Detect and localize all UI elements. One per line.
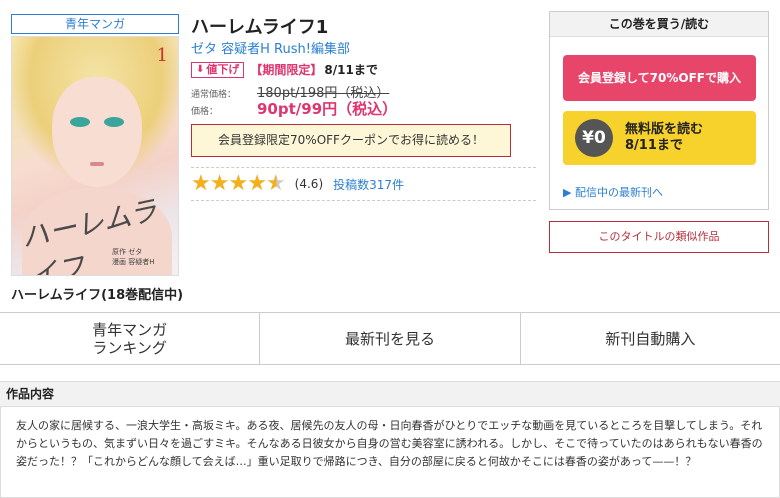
yen-zero-icon: ¥0 bbox=[575, 119, 613, 157]
member-discount-buy-button[interactable]: 会員登録して70%OFFで購入 bbox=[563, 55, 756, 101]
review-count-link[interactable]: 投稿数317件 bbox=[333, 176, 404, 193]
synopsis-header: 作品内容 bbox=[0, 381, 780, 407]
read-free-label: 無料版を読む bbox=[625, 122, 704, 137]
sale-price-label: 価格： bbox=[191, 107, 219, 117]
divider bbox=[191, 167, 536, 168]
read-free-button[interactable]: ¥0 無料版を読む 8/11まで bbox=[563, 111, 756, 165]
genre-tag[interactable]: 青年マンガ bbox=[11, 14, 179, 34]
star-icon: ★ bbox=[209, 171, 230, 196]
genre-ranking-line1: 青年マンガ bbox=[92, 320, 168, 339]
read-free-date: 8/11まで bbox=[625, 138, 683, 153]
limited-period-date: 8/11まで bbox=[324, 63, 378, 77]
author-links[interactable]: ゼタ 容疑者H Rush!編集部 bbox=[191, 38, 350, 57]
auto-purchase-button[interactable]: 新刊自動購入 bbox=[521, 313, 780, 364]
cover-eye-left bbox=[70, 117, 90, 127]
book-cover-image[interactable]: 1 ハーレムライフ 原作 ゼタ 漫画 容疑者H bbox=[11, 36, 179, 276]
cover-credit-art: 漫画 容疑者H bbox=[112, 258, 155, 266]
cover-face bbox=[52, 77, 142, 187]
cover-volume-number: 1 bbox=[156, 45, 168, 66]
book-title: ハーレムライフ1 bbox=[191, 17, 329, 38]
cover-mouth bbox=[90, 162, 104, 166]
half-star-icon: ★ bbox=[265, 171, 286, 196]
sale-price-row: 価格： 90pt/99円（税込） bbox=[191, 98, 397, 119]
read-free-text: 無料版を読む 8/11まで bbox=[625, 122, 703, 154]
synopsis-text: 友人の家に居候する、一浪大学生・高坂ミキ。ある夜、居候先の友人の母・日向春香がひ… bbox=[0, 407, 780, 498]
purchase-box: この巻を買う/読む 会員登録して70%OFFで購入 ¥0 無料版を読む 8/11… bbox=[549, 11, 769, 210]
genre-ranking-button[interactable]: 青年マンガ ランキング bbox=[0, 313, 261, 364]
star-icon: ★ bbox=[247, 171, 267, 196]
latest-volume-link[interactable]: ▶ 配信中の最新刊へ bbox=[563, 184, 663, 200]
cover-eye-right bbox=[104, 117, 124, 127]
purchase-box-header: この巻を買う/読む bbox=[550, 12, 768, 37]
rating-value: (4.6) bbox=[294, 177, 324, 191]
series-name[interactable]: ハーレムライフ(18巻配信中) bbox=[11, 284, 183, 303]
cover-credits: 原作 ゼタ 漫画 容疑者H bbox=[112, 247, 155, 267]
sale-price: 90pt/99円（税込） bbox=[257, 100, 398, 118]
coupon-banner[interactable]: 会員登録限定70%OFFクーポンでお得に読める！ bbox=[191, 124, 511, 157]
price-drop-label: 値下げ bbox=[206, 62, 240, 76]
sale-row: ⬇ 値下げ 【期間限定】 8/11まで bbox=[191, 61, 378, 78]
divider bbox=[191, 200, 536, 201]
star-icon: ★ bbox=[228, 171, 248, 196]
rating-row: ★ ★ ★ ★ ★ (4.6) 投稿数317件 bbox=[191, 173, 404, 195]
star-icon: ★ bbox=[191, 171, 211, 196]
down-arrow-icon: ⬇ bbox=[196, 63, 205, 75]
view-latest-button[interactable]: 最新刊を見る bbox=[260, 313, 521, 364]
genre-ranking-line2: ランキング bbox=[92, 338, 167, 357]
cover-credit-original: 原作 ゼタ bbox=[112, 248, 143, 256]
price-drop-badge: ⬇ 値下げ bbox=[191, 61, 245, 78]
limited-period-label: 【期間限定】 bbox=[250, 63, 323, 77]
similar-titles-button[interactable]: このタイトルの類似作品 bbox=[549, 221, 769, 253]
action-nav-row: 青年マンガ ランキング 最新刊を見る 新刊自動購入 bbox=[0, 312, 780, 365]
